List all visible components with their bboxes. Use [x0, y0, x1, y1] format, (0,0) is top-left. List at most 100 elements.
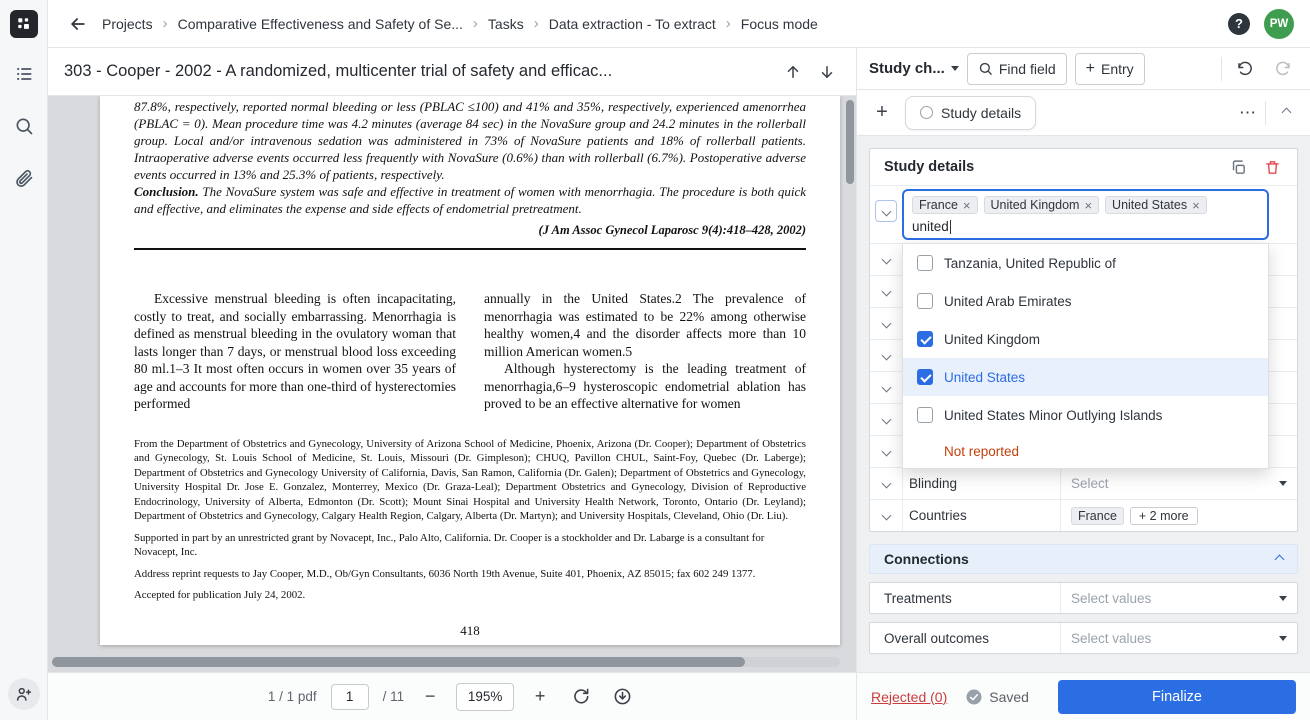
document-count: 1 / 1 pdf — [267, 689, 317, 704]
help-icon[interactable]: ? — [1228, 12, 1250, 35]
extraction-form-body: Study details France × United Kingdom × … — [857, 136, 1310, 672]
divider — [1265, 100, 1266, 125]
breadcrumb-projects[interactable]: Projects — [102, 16, 153, 32]
actions-bar: Rejected (0) Saved Finalize — [856, 673, 1310, 720]
reprints-text: Address reprint requests to Jay Cooper, … — [134, 567, 756, 580]
not-reported-option[interactable]: Not reported — [903, 434, 1268, 468]
duplicate-icon[interactable] — [1227, 156, 1249, 178]
outline-icon[interactable] — [8, 58, 40, 90]
article-columns: Excessive menstrual bleeding is often in… — [134, 290, 806, 413]
countries-field-row: France × United Kingdom × United States × u… — [870, 185, 1297, 243]
more-options-icon[interactable]: ⋯ — [1239, 103, 1257, 123]
collapse-row-icon[interactable] — [881, 350, 891, 361]
delete-icon[interactable] — [1261, 156, 1283, 178]
undo-icon[interactable] — [1230, 54, 1260, 84]
chip-label: United States — [1112, 198, 1188, 212]
more-values-badge[interactable]: + 2 more — [1129, 506, 1198, 525]
pdf-toolbar: 1 / 1 pdf 1 / 11 − 195% + — [48, 673, 856, 720]
collapse-panel-icon[interactable] — [1274, 98, 1298, 128]
collapse-row-icon[interactable] — [881, 382, 891, 393]
dropdown-option[interactable]: Tanzania, United Republic of — [903, 244, 1268, 282]
checkbox-unchecked-icon[interactable] — [917, 407, 933, 423]
collapse-row-icon[interactable] — [881, 286, 891, 297]
blinding-select[interactable]: Select — [1060, 468, 1297, 499]
breadcrumb-focus-mode[interactable]: Focus mode — [741, 16, 818, 32]
zoom-out-icon[interactable]: − — [418, 686, 442, 707]
collapse-row-icon[interactable] — [875, 200, 897, 222]
collapse-row-icon[interactable] — [881, 510, 891, 521]
arrow-down-icon[interactable] — [814, 59, 840, 85]
horizontal-scrollbar-thumb[interactable] — [52, 657, 746, 667]
collapse-row-icon[interactable] — [881, 478, 891, 489]
pdf-viewer[interactable]: 87.8%, respectively, reported normal ble… — [48, 96, 856, 672]
collapse-row-icon[interactable] — [881, 414, 891, 425]
page-number-input[interactable]: 1 — [330, 683, 369, 710]
attachment-icon[interactable] — [8, 162, 40, 194]
collapse-row-icon[interactable] — [881, 318, 891, 329]
entry-tab-study-details[interactable]: Study details — [905, 95, 1037, 130]
connections-title: Connections — [884, 551, 969, 567]
rotate-icon[interactable] — [566, 683, 594, 711]
search-icon[interactable] — [8, 110, 40, 142]
breadcrumb-project-name[interactable]: Comparative Effectiveness and Safety of … — [178, 16, 463, 32]
checkbox-checked-icon[interactable] — [917, 369, 933, 385]
collapse-row-icon[interactable] — [881, 446, 891, 457]
breadcrumb: Projects › Comparative Effectiveness and… — [102, 15, 818, 32]
add-entry-button[interactable]: + Entry — [1074, 52, 1145, 85]
remove-chip-icon[interactable]: × — [1192, 199, 1200, 212]
saved-label: Saved — [989, 688, 1029, 705]
search-query[interactable]: united — [912, 219, 1259, 234]
zoom-level[interactable]: 195% — [456, 682, 515, 711]
redo-icon[interactable] — [1268, 54, 1298, 84]
back-icon[interactable] — [64, 10, 92, 38]
download-icon[interactable] — [608, 683, 636, 711]
dropdown-option[interactable]: United States Minor Outlying Islands — [903, 396, 1268, 434]
zoom-in-icon[interactable]: + — [528, 686, 552, 707]
plus-icon: + — [1085, 59, 1095, 77]
select-placeholder: Select values — [1071, 590, 1152, 606]
checkbox-unchecked-icon[interactable] — [917, 293, 933, 309]
dropdown-option-highlighted[interactable]: United States — [903, 358, 1268, 396]
overall-outcomes-select[interactable]: Select values — [1060, 623, 1297, 653]
find-field-button[interactable]: Find field — [966, 52, 1067, 85]
countries-value-cell[interactable]: France + 2 more — [1060, 500, 1297, 531]
dropdown-option[interactable]: United Arab Emirates — [903, 282, 1268, 320]
breadcrumb-tasks[interactable]: Tasks — [488, 16, 524, 32]
entry-tabs-actions: ⋯ — [1239, 98, 1298, 128]
remove-chip-icon[interactable]: × — [963, 199, 971, 212]
form-selector[interactable]: Study ch... — [869, 60, 959, 77]
collapse-row-icon[interactable] — [881, 254, 891, 265]
pdf-panel: 303 - Cooper - 2002 - A randomized, mult… — [48, 48, 856, 672]
checkbox-unchecked-icon[interactable] — [917, 255, 933, 271]
field-label: Countries — [902, 500, 1060, 531]
left-rail — [0, 0, 48, 720]
journal-citation: (J Am Assoc Gynecol Laparosc 9(4):418–42… — [538, 223, 806, 237]
treatments-select[interactable]: Select values — [1060, 583, 1297, 613]
add-entry-label: Entry — [1101, 60, 1134, 77]
footer-bar: 1 / 1 pdf 1 / 11 − 195% + Rejected (0) S… — [48, 672, 1310, 720]
countries-multiselect-input[interactable]: France × United Kingdom × United States × u… — [902, 189, 1269, 240]
overall-outcomes-row: Overall outcomes Select values — [869, 622, 1298, 654]
study-details-card: Study details France × United Kingdom × … — [869, 148, 1298, 532]
avatar[interactable]: PW — [1264, 8, 1294, 39]
breadcrumb-separator-icon: › — [472, 15, 478, 32]
horizontal-scrollbar[interactable] — [52, 657, 840, 667]
vertical-scrollbar-thumb[interactable] — [846, 100, 854, 184]
add-tab-icon[interactable]: + — [869, 101, 895, 124]
dropdown-option[interactable]: United Kingdom — [903, 320, 1268, 358]
divider — [1221, 56, 1222, 81]
breadcrumb-task-name[interactable]: Data extraction - To extract — [549, 16, 716, 32]
connections-header[interactable]: Connections — [869, 544, 1298, 574]
arrow-up-icon[interactable] — [780, 59, 806, 85]
app-logo-icon[interactable] — [9, 10, 38, 38]
value-chip: United Kingdom × — [983, 196, 1100, 214]
checkbox-checked-icon[interactable] — [917, 331, 933, 347]
rejected-link[interactable]: Rejected (0) — [871, 689, 947, 705]
breadcrumb-separator-icon: › — [533, 15, 539, 32]
support-icon[interactable] — [7, 678, 40, 710]
finalize-button[interactable]: Finalize — [1058, 679, 1296, 714]
remove-chip-icon[interactable]: × — [1084, 199, 1092, 212]
option-label: United Arab Emirates — [944, 293, 1072, 309]
pdf-header: 303 - Cooper - 2002 - A randomized, mult… — [48, 48, 856, 96]
vertical-scrollbar[interactable] — [846, 100, 854, 660]
